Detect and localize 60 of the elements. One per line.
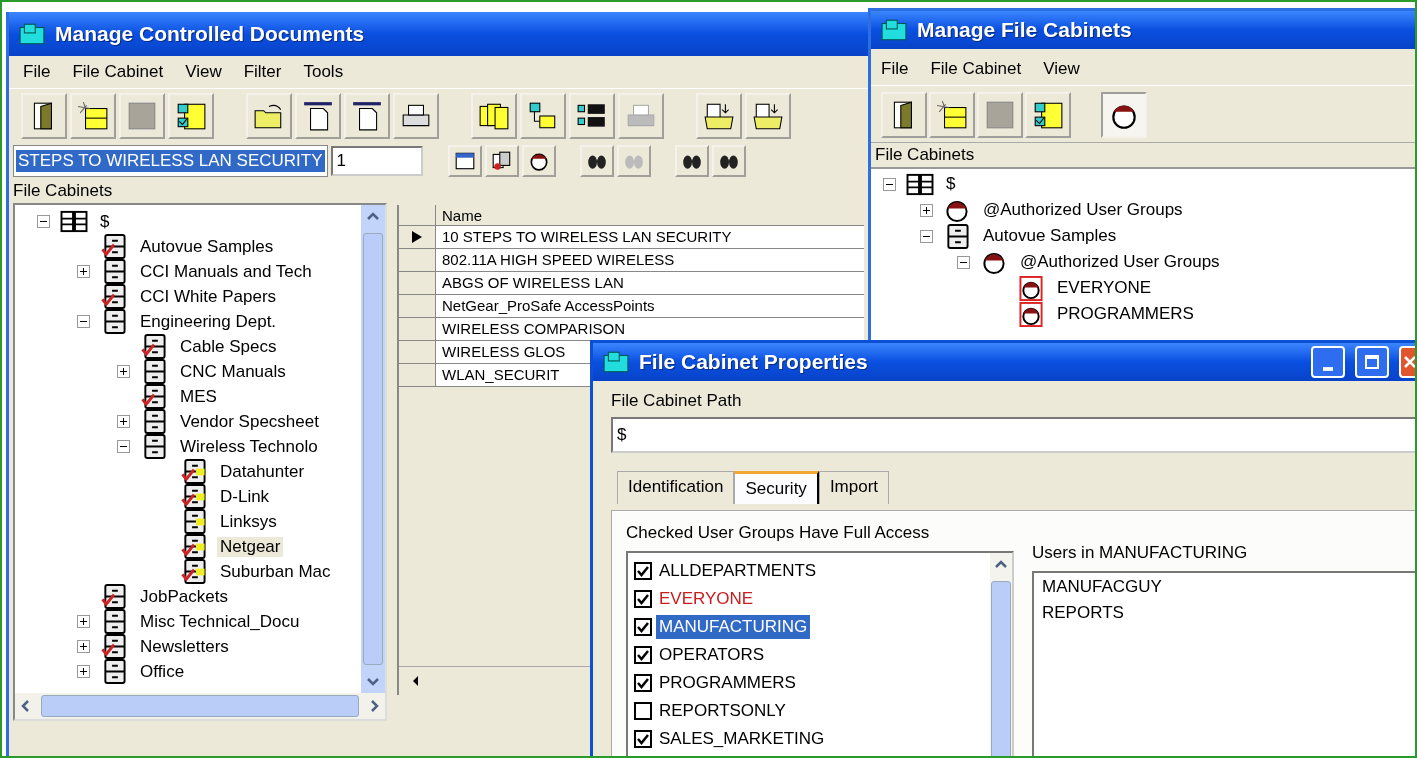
tree-item[interactable]: Suburban Mac [217,561,334,582]
menu-item[interactable]: File [881,59,909,79]
tree-item[interactable]: Datahunter [217,461,308,482]
menu-item[interactable]: File Cabinet [72,62,164,82]
menu-item[interactable]: View [1043,59,1080,79]
list-label: Checked User Groups Have Full Access [626,523,931,543]
tree-item[interactable]: Linksys [217,511,280,532]
tab[interactable]: Identification [617,471,735,504]
panel-label: File Cabinets [12,180,114,202]
tree-item[interactable]: Autovue Samples [137,236,277,257]
table-cell[interactable]: ABGS OF WIRELESS LAN [436,272,864,294]
list-item[interactable]: OPERATORS [656,643,768,667]
list-item[interactable]: ALLDEPARTMENTS [656,559,820,583]
tree-item[interactable]: $ [97,211,113,232]
menu-item[interactable]: View [185,62,222,82]
tree-item[interactable]: CCI Manuals and Tech [137,261,315,282]
table-cell[interactable]: WIRELESS COMPARISON [436,318,864,340]
list-item[interactable]: REPORTS [1042,603,1409,629]
list-item[interactable]: MANUFACGUY [1042,577,1409,603]
tree-item[interactable]: PROGRAMMERS [1054,304,1197,324]
tree-item[interactable]: Misc Technical_Docu [137,611,303,632]
tab[interactable]: Security [734,471,819,504]
tree-item[interactable]: Office [137,661,188,682]
window-title: Manage File Cabinets [917,18,1132,42]
list-item[interactable]: SALES_MARKETING [656,727,828,751]
menu-item[interactable]: Tools [303,62,344,82]
tree-item[interactable]: D-Link [217,486,273,507]
tree-item[interactable]: Autovue Samples [980,226,1120,246]
page-number-field[interactable]: 1 [330,146,423,176]
tree-item[interactable]: @Authorized User Groups [980,200,1186,220]
menu-item[interactable]: File Cabinet [930,59,1022,79]
tree-item[interactable]: EVERYONE [1054,278,1155,298]
window-title: File Cabinet Properties [639,350,868,374]
tree-item[interactable]: $ [943,174,959,194]
table-cell[interactable]: 10 STEPS TO WIRELESS LAN SECURITY [436,226,864,248]
path-field[interactable]: $ [611,417,1415,453]
tree-item[interactable]: Engineering Dept. [137,311,280,332]
tree-item[interactable]: CCI White Papers [137,286,280,307]
list-label: Users in MANUFACTURING [1032,543,1249,563]
menu-item[interactable]: File [23,62,51,82]
window-title: Manage Controlled Documents [55,22,365,46]
table-cell[interactable]: 802.11A HIGH SPEED WIRELESS [436,249,864,271]
tree-item[interactable]: @Authorized User Groups [1017,252,1223,272]
list-item[interactable]: MANUFACTURING [656,615,811,639]
tree-item[interactable]: MES [177,386,220,407]
tree-item[interactable]: Wireless Technolo [177,436,321,457]
table-cell[interactable]: NetGear_ProSafe AccessPoints [436,295,864,317]
search-field[interactable]: STEPS TO WIRELESS LAN SECURITY [13,145,328,177]
list-item[interactable]: EVERYONE [656,587,757,611]
tree-item[interactable]: Netgear [217,536,284,557]
tree-item[interactable]: Cable Specs [177,336,280,357]
tree-item[interactable]: JobPackets [137,586,231,607]
list-item[interactable]: PROGRAMMERS [656,671,799,695]
tab[interactable]: Import [818,471,890,504]
field-label: File Cabinet Path [611,391,743,411]
tree-item[interactable]: CNC Manuals [177,361,289,382]
list-item[interactable]: REPORTSONLY [656,699,789,723]
tree-item[interactable]: Vendor Specsheet [177,411,322,432]
menu-item[interactable]: Filter [243,62,282,82]
tree-item[interactable]: Newsletters [137,636,232,657]
